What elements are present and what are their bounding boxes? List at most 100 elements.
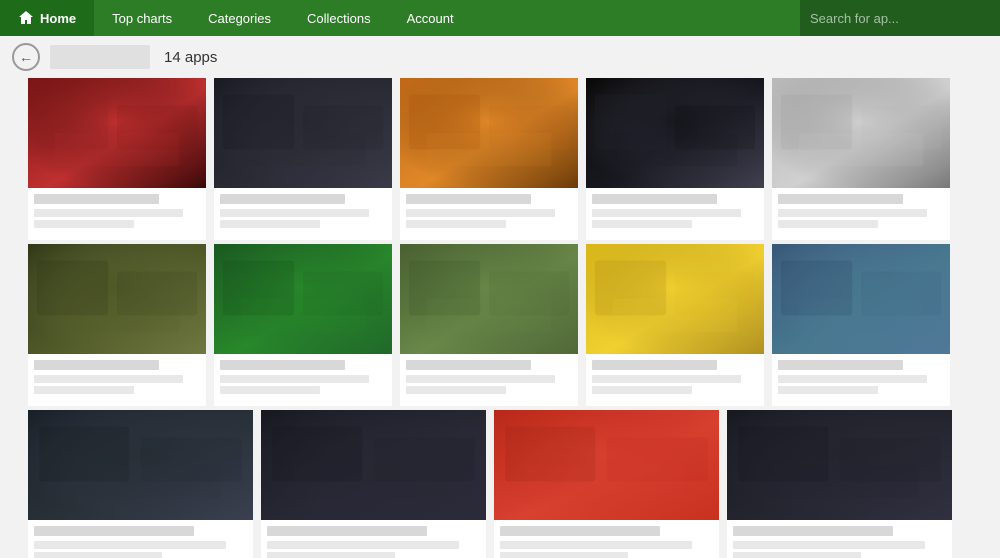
app-name-placeholder	[778, 194, 903, 204]
app-thumbnail	[214, 244, 392, 354]
app-card[interactable]	[400, 244, 578, 406]
app-meta2-placeholder	[778, 386, 878, 394]
app-meta-placeholder	[500, 541, 692, 549]
app-meta2-placeholder	[220, 386, 320, 394]
app-name-placeholder	[592, 360, 717, 370]
app-thumbnail	[28, 78, 206, 188]
app-meta2-placeholder	[406, 386, 506, 394]
app-meta-placeholder	[733, 541, 925, 549]
app-name-placeholder	[406, 360, 531, 370]
nav-top-charts-label: Top charts	[112, 11, 172, 26]
app-card[interactable]	[727, 410, 952, 558]
app-thumbnail	[586, 244, 764, 354]
app-meta2-placeholder	[592, 386, 692, 394]
app-meta-placeholder	[267, 541, 459, 549]
app-info	[586, 354, 764, 406]
app-info	[772, 188, 950, 240]
app-row-3	[28, 410, 972, 558]
back-button[interactable]: ←	[12, 43, 40, 71]
app-meta-placeholder	[778, 209, 927, 217]
app-name-placeholder	[778, 360, 903, 370]
app-name-placeholder	[267, 526, 427, 536]
subheader: ← 14 apps	[0, 36, 1000, 78]
app-name-placeholder	[500, 526, 660, 536]
nav-collections[interactable]: Collections	[289, 0, 389, 36]
navbar: Home Top charts Categories Collections A…	[0, 0, 1000, 36]
app-meta-placeholder	[34, 541, 226, 549]
app-name-placeholder	[34, 194, 159, 204]
nav-home-label: Home	[40, 11, 76, 26]
app-row-1	[28, 78, 972, 240]
app-info	[400, 354, 578, 406]
app-card[interactable]	[586, 244, 764, 406]
app-meta2-placeholder	[406, 220, 506, 228]
search-input[interactable]	[800, 0, 1000, 36]
app-card[interactable]	[586, 78, 764, 240]
app-thumbnail	[494, 410, 719, 520]
page-count: 14 apps	[164, 49, 217, 66]
app-name-placeholder	[34, 360, 159, 370]
app-info	[28, 520, 253, 558]
app-grid	[0, 78, 1000, 558]
app-card[interactable]	[400, 78, 578, 240]
app-meta2-placeholder	[500, 552, 628, 558]
app-info	[772, 354, 950, 406]
app-info	[28, 354, 206, 406]
app-info	[400, 188, 578, 240]
app-meta2-placeholder	[267, 552, 395, 558]
app-card[interactable]	[214, 78, 392, 240]
app-thumbnail	[727, 410, 952, 520]
app-name-placeholder	[34, 526, 194, 536]
app-meta2-placeholder	[592, 220, 692, 228]
nav-categories[interactable]: Categories	[190, 0, 289, 36]
app-meta2-placeholder	[34, 386, 134, 394]
app-card[interactable]	[261, 410, 486, 558]
app-meta-placeholder	[592, 209, 741, 217]
app-meta-placeholder	[220, 375, 369, 383]
app-meta-placeholder	[406, 209, 555, 217]
app-thumbnail	[214, 78, 392, 188]
app-meta-placeholder	[592, 375, 741, 383]
app-name-placeholder	[220, 360, 345, 370]
app-info	[214, 354, 392, 406]
app-info	[494, 520, 719, 558]
app-meta-placeholder	[778, 375, 927, 383]
app-name-placeholder	[592, 194, 717, 204]
app-thumbnail	[772, 244, 950, 354]
app-thumbnail	[400, 244, 578, 354]
nav-home[interactable]: Home	[0, 0, 94, 36]
nav-account-label: Account	[407, 11, 454, 26]
app-meta2-placeholder	[34, 220, 134, 228]
app-info	[586, 188, 764, 240]
app-meta2-placeholder	[220, 220, 320, 228]
app-card[interactable]	[494, 410, 719, 558]
nav-account[interactable]: Account	[389, 0, 472, 36]
app-card[interactable]	[28, 244, 206, 406]
app-info	[261, 520, 486, 558]
nav-collections-label: Collections	[307, 11, 371, 26]
nav-categories-label: Categories	[208, 11, 271, 26]
app-thumbnail	[772, 78, 950, 188]
app-card[interactable]	[772, 244, 950, 406]
home-icon	[18, 10, 34, 26]
app-name-placeholder	[220, 194, 345, 204]
app-name-placeholder	[733, 526, 893, 536]
app-meta-placeholder	[34, 209, 183, 217]
app-info	[727, 520, 952, 558]
nav-top-charts[interactable]: Top charts	[94, 0, 190, 36]
app-card[interactable]	[28, 410, 253, 558]
app-meta-placeholder	[406, 375, 555, 383]
app-card[interactable]	[772, 78, 950, 240]
breadcrumb	[50, 45, 150, 69]
app-card[interactable]	[214, 244, 392, 406]
app-row-2	[28, 244, 972, 406]
app-thumbnail	[586, 78, 764, 188]
app-meta2-placeholder	[733, 552, 861, 558]
app-meta-placeholder	[220, 209, 369, 217]
app-meta2-placeholder	[778, 220, 878, 228]
app-thumbnail	[28, 410, 253, 520]
app-thumbnail	[28, 244, 206, 354]
app-info	[28, 188, 206, 240]
app-meta2-placeholder	[34, 552, 162, 558]
app-card[interactable]	[28, 78, 206, 240]
